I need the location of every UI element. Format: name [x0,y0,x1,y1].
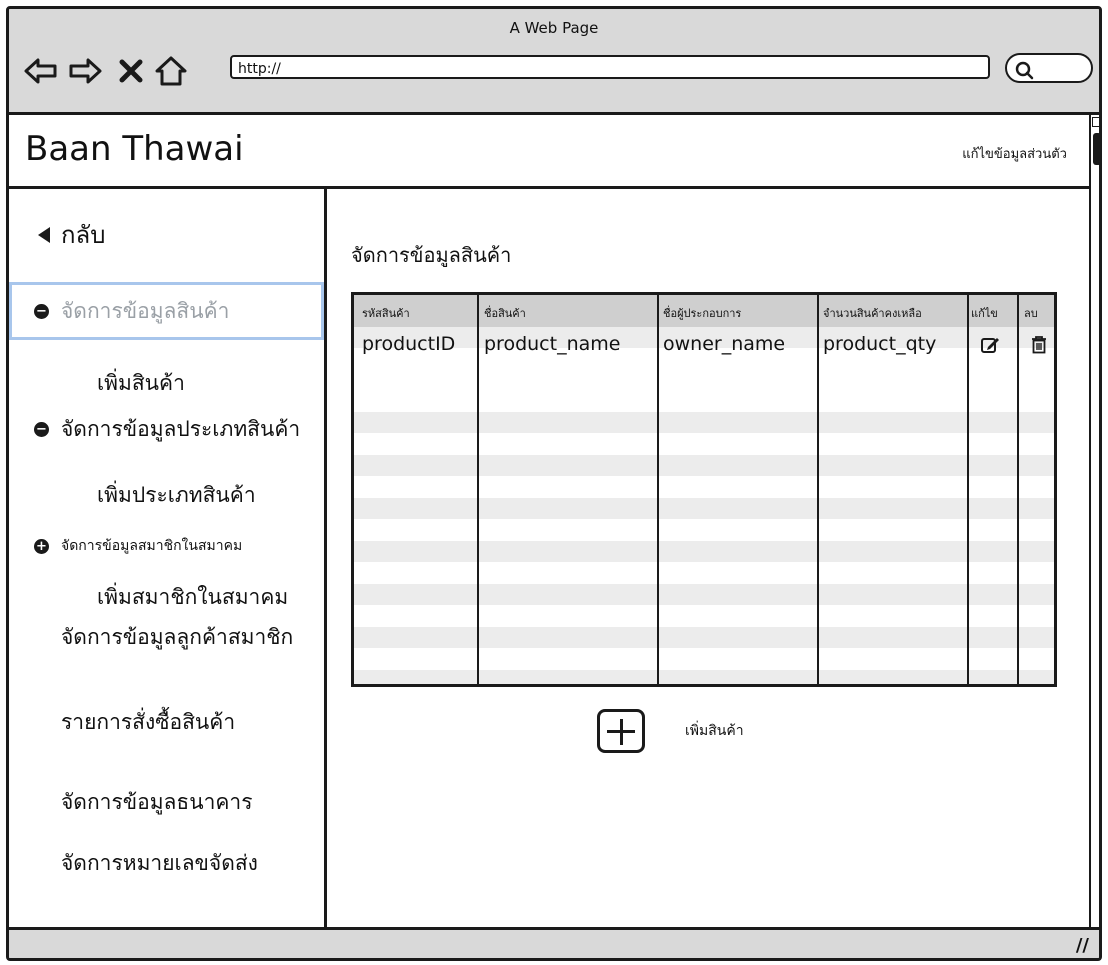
back-link[interactable]: กลับ [37,215,105,254]
browser-toolbar: A Web Page http:// [9,9,1099,115]
table-row[interactable] [354,498,1054,519]
column-header-product-name[interactable]: ชื่อสินค้า [484,304,526,322]
sidebar-item-label: เพิ่มสมาชิกในสมาคม [97,585,289,609]
back-label: กลับ [61,221,106,249]
table-row[interactable] [354,670,1054,684]
products-table: รหัสสินค้า ชื่อสินค้า ชื่อผู้ประกอบการ จ… [351,292,1057,687]
sidebar-item-label: จัดการข้อมูลธนาคาร [61,790,253,814]
forward-arrow-icon[interactable] [67,53,103,89]
sidebar-item-manage-customers[interactable]: จัดการข้อมูลลูกค้าสมาชิก [61,621,293,654]
home-icon[interactable] [153,53,189,89]
sidebar-item-label: จัดการข้อมูลสมาชิกในสมาคม [61,538,243,554]
main-content: จัดการข้อมูลสินค้า รหัสสินค้า ชื่อสินค้า… [327,189,1089,934]
search-icon [1015,61,1034,80]
collapse-icon[interactable]: − [34,303,49,319]
column-header-product-id[interactable]: รหัสสินค้า [362,304,410,322]
collapse-icon[interactable]: − [34,422,49,437]
column-divider [967,295,969,684]
sidebar-item-manage-categories[interactable]: − จัดการข้อมูลประเภทสินค้า [34,413,300,446]
sidebar-item-label: รายการสั่งซื้อสินค้า [61,710,236,734]
sidebar-item-manage-banks[interactable]: จัดการข้อมูลธนาคาร [61,786,253,819]
caret-left-icon [38,226,50,243]
browser-search-field[interactable] [1005,53,1093,83]
column-header-delete[interactable]: ลบ [1024,304,1038,322]
trash-icon[interactable] [1030,335,1048,355]
column-header-stock-qty[interactable]: จำนวนสินค้าคงเหลือ [823,304,922,322]
sidebar-item-add-member[interactable]: เพิ่มสมาชิกในสมาคม [97,581,288,614]
sidebar-item-label: เพิ่มสินค้า [97,371,185,395]
add-product-button[interactable] [597,709,645,753]
table-row[interactable] [354,412,1054,433]
sidebar-item-label: จัดการข้อมูลสินค้า [61,298,230,323]
sidebar-item-label: จัดการหมายเลขจัดส่ง [61,851,258,875]
back-arrow-icon[interactable] [23,53,59,89]
add-product-action: เพิ่มสินค้า [597,709,744,753]
sidebar-item-label: เพิ่มประเภทสินค้า [97,483,256,507]
column-header-owner-name[interactable]: ชื่อผู้ประกอบการ [663,304,741,322]
sidebar-item-manage-tracking[interactable]: จัดการหมายเลขจัดส่ง [61,847,258,880]
sidebar-item-add-product[interactable]: เพิ่มสินค้า [97,367,185,400]
column-header-edit[interactable]: แก้ไข [971,304,998,322]
expand-icon[interactable]: + [34,538,49,554]
stop-icon[interactable] [113,53,149,89]
window-title: A Web Page [509,19,599,37]
cell-product-name: product_name [484,333,621,355]
sidebar-item-manage-members[interactable]: + จัดการข้อมูลสมาชิกในสมาคม [34,535,242,557]
cell-product-id: productID [362,333,456,355]
edit-icon[interactable] [980,335,1000,355]
column-divider [657,295,659,684]
url-input[interactable]: http:// [230,55,990,79]
sidebar: กลับ − จัดการข้อมูลสินค้า เพิ่มสินค้า − … [9,189,327,934]
column-divider [817,295,819,684]
sidebar-item-label: จัดการข้อมูลประเภทสินค้า [61,417,301,441]
vertical-scrollbar[interactable] [1089,115,1099,940]
sidebar-item-add-category[interactable]: เพิ่มประเภทสินค้า [97,479,256,512]
column-divider [1017,295,1019,684]
cell-owner-name: owner_name [663,333,786,355]
scroll-up-arrow-icon[interactable] [1092,117,1099,127]
site-header: Baan Thawai แก้ไขข้อมูลส่วนตัว [9,115,1089,189]
sidebar-item-orders[interactable]: รายการสั่งซื้อสินค้า [61,706,235,739]
page-title: จัดการข้อมูลสินค้า [351,243,512,267]
resize-grip-icon[interactable]: // [1076,935,1089,956]
edit-profile-link[interactable]: แก้ไขข้อมูลส่วนตัว [962,143,1067,164]
table-row[interactable] [354,455,1054,476]
sidebar-item-label: จัดการข้อมูลลูกค้าสมาชิก [61,625,294,649]
table-row[interactable] [354,627,1054,648]
cell-product-qty: product_qty [823,333,937,355]
status-bar: // [9,927,1099,958]
add-product-label[interactable]: เพิ่มสินค้า [685,720,744,742]
site-brand: Baan Thawai [25,129,244,169]
table-row[interactable] [354,541,1054,562]
scroll-thumb[interactable] [1093,133,1099,165]
column-divider [477,295,479,684]
sidebar-item-manage-products[interactable]: − จัดการข้อมูลสินค้า [9,282,324,340]
browser-window: A Web Page http:// Baan Thawai แก้ไขข้อม… [6,6,1102,961]
table-row[interactable] [354,584,1054,605]
